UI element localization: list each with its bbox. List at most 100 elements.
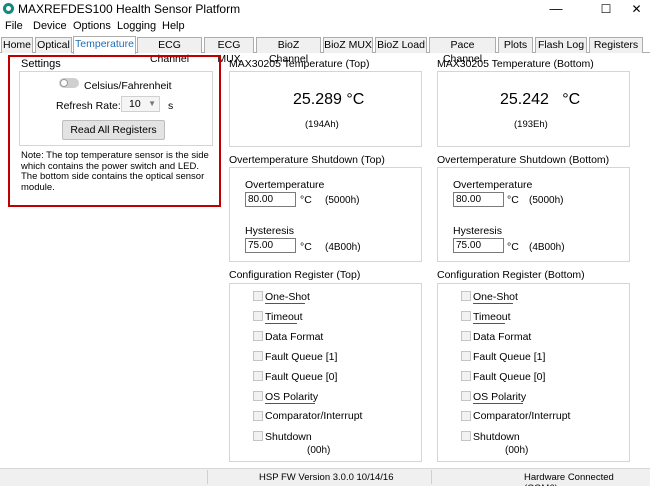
title-bar: MAXREFDES100 Health Sensor Platform — ☐ … — [0, 0, 650, 18]
tab-home[interactable]: Home — [1, 37, 33, 53]
top-temperature-hex: (194Ah) — [305, 119, 339, 130]
bottom-shutdown-label: Shutdown — [473, 431, 520, 443]
toggle-label: Celsius/Fahrenheit — [84, 80, 172, 92]
top-config-title: Configuration Register (Top) — [229, 269, 361, 281]
top-comparator-interrupt-label: Comparator/Interrupt — [265, 410, 363, 422]
top-overtemp-input[interactable]: 80.00 — [245, 192, 296, 207]
top-overtemp-label: Overtemperature — [245, 179, 325, 191]
bottom-overtemp-hex: (5000h) — [529, 195, 564, 206]
bottom-hysteresis-input[interactable]: 75.00 — [453, 238, 504, 253]
bottom-overtemp-label: Overtemperature — [453, 179, 533, 191]
top-os-polarity-label: OS Polarity — [265, 391, 319, 403]
top-one-shot-divider — [265, 303, 305, 304]
bottom-overtemp-input[interactable]: 80.00 — [453, 192, 504, 207]
top-hysteresis-hex: (4B00h) — [325, 242, 361, 253]
refresh-rate-select[interactable]: 10 ▼ — [121, 96, 160, 112]
bottom-fault-queue-0-label: Fault Queue [0] — [473, 371, 546, 383]
bottom-hysteresis-unit: °C — [507, 241, 519, 253]
status-separator — [207, 470, 208, 484]
top-timeout-label: Timeout — [265, 311, 303, 323]
menu-file[interactable]: File — [5, 20, 23, 32]
top-timeout-checkbox[interactable] — [253, 311, 263, 321]
sensor-note: Note: The top temperature sensor is the … — [21, 150, 209, 193]
bottom-comparator-interrupt-label: Comparator/Interrupt — [473, 410, 571, 422]
status-separator — [431, 470, 432, 484]
refresh-rate-label: Refresh Rate: — [56, 100, 121, 112]
bottom-timeout-label: Timeout — [473, 311, 511, 323]
top-shutdown-label: Shutdown — [265, 431, 312, 443]
top-one-shot-checkbox[interactable] — [253, 291, 263, 301]
top-fault-queue-0-checkbox[interactable] — [253, 371, 263, 381]
maximize-button[interactable]: ☐ — [589, 0, 623, 18]
bottom-temperature-title: MAX30205 Temperature (Bottom) — [437, 58, 594, 70]
settings-legend: Settings — [21, 58, 61, 70]
read-all-registers-button[interactable]: Read All Registers — [62, 120, 165, 140]
tab-bioz-load[interactable]: BioZ Load — [375, 37, 427, 53]
tab-plots[interactable]: Plots — [498, 37, 533, 53]
tab-bioz-channel[interactable]: BioZ Channel — [256, 37, 321, 65]
bottom-fault-queue-1-checkbox[interactable] — [461, 351, 471, 361]
menu-logging[interactable]: Logging — [117, 20, 156, 32]
refresh-rate-value: 10 — [129, 98, 141, 110]
top-overtemp-unit: °C — [300, 194, 312, 206]
top-os-polarity-divider — [265, 403, 315, 404]
bottom-config-hex: (00h) — [505, 445, 529, 456]
top-hysteresis-label: Hysteresis — [245, 225, 295, 237]
tab-registers[interactable]: Registers — [589, 37, 643, 53]
tab-ecg-mux[interactable]: ECG MUX — [204, 37, 254, 65]
top-temperature-value: 25.289 °C — [293, 91, 365, 108]
top-fault-queue-1-checkbox[interactable] — [253, 351, 263, 361]
top-fault-queue-1-label: Fault Queue [1] — [265, 351, 338, 363]
top-data-format-label: Data Format — [265, 331, 324, 343]
bottom-data-format-label: Data Format — [473, 331, 532, 343]
tab-bioz-mux[interactable]: BioZ MUX — [323, 37, 373, 53]
bottom-comparator-interrupt-checkbox[interactable] — [461, 411, 471, 421]
bottom-fault-queue-1-label: Fault Queue [1] — [473, 351, 546, 363]
top-data-format-checkbox[interactable] — [253, 331, 263, 341]
top-overtemp-hex: (5000h) — [325, 195, 360, 206]
connection-status: Hardware Connected (COM6) — [524, 472, 614, 486]
bottom-timeout-checkbox[interactable] — [461, 311, 471, 321]
top-comparator-interrupt-checkbox[interactable] — [253, 411, 263, 421]
top-shutdown-checkbox[interactable] — [253, 431, 263, 441]
top-overtemp-title: Overtemperature Shutdown (Top) — [229, 154, 385, 166]
menu-help[interactable]: Help — [162, 20, 185, 32]
top-timeout-divider — [265, 323, 297, 324]
tab-temperature[interactable]: Temperature — [73, 36, 136, 54]
tab-bar: Home Optical Temperature ECG Channel ECG… — [0, 36, 650, 65]
bottom-timeout-divider — [473, 323, 505, 324]
top-fault-queue-0-label: Fault Queue [0] — [265, 371, 338, 383]
top-hysteresis-unit: °C — [300, 241, 312, 253]
menu-options[interactable]: Options — [73, 20, 111, 32]
celsius-fahrenheit-toggle[interactable] — [59, 78, 79, 88]
tab-ecg-channel[interactable]: ECG Channel — [137, 37, 202, 65]
menu-device[interactable]: Device — [33, 20, 67, 32]
bottom-os-polarity-label: OS Polarity — [473, 391, 527, 403]
tab-pace-channel[interactable]: Pace Channel — [429, 37, 496, 65]
chevron-down-icon: ▼ — [148, 99, 156, 108]
close-button[interactable]: ✕ — [623, 0, 650, 18]
maxim-logo-icon — [3, 3, 14, 14]
top-one-shot-label: One-Shot — [265, 291, 310, 303]
window-title: MAXREFDES100 Health Sensor Platform — [18, 2, 241, 16]
minimize-button[interactable]: — — [539, 0, 573, 18]
tab-flash-log[interactable]: Flash Log — [535, 37, 587, 53]
bottom-one-shot-label: One-Shot — [473, 291, 518, 303]
bottom-temperature-hex: (193Eh) — [514, 119, 548, 130]
bottom-temperature-panel — [437, 71, 630, 147]
top-os-polarity-checkbox[interactable] — [253, 391, 263, 401]
bottom-os-polarity-divider — [473, 403, 523, 404]
top-config-hex: (00h) — [307, 445, 331, 456]
firmware-version: HSP FW Version 3.0.0 10/14/16 — [259, 472, 394, 483]
bottom-one-shot-divider — [473, 303, 513, 304]
top-temperature-panel — [229, 71, 422, 147]
bottom-fault-queue-0-checkbox[interactable] — [461, 371, 471, 381]
bottom-data-format-checkbox[interactable] — [461, 331, 471, 341]
bottom-one-shot-checkbox[interactable] — [461, 291, 471, 301]
top-temperature-title: MAX30205 Temperature (Top) — [229, 58, 370, 70]
refresh-rate-unit: s — [168, 100, 174, 112]
top-hysteresis-input[interactable]: 75.00 — [245, 238, 296, 253]
tab-optical[interactable]: Optical — [35, 37, 72, 53]
bottom-os-polarity-checkbox[interactable] — [461, 391, 471, 401]
bottom-shutdown-checkbox[interactable] — [461, 431, 471, 441]
